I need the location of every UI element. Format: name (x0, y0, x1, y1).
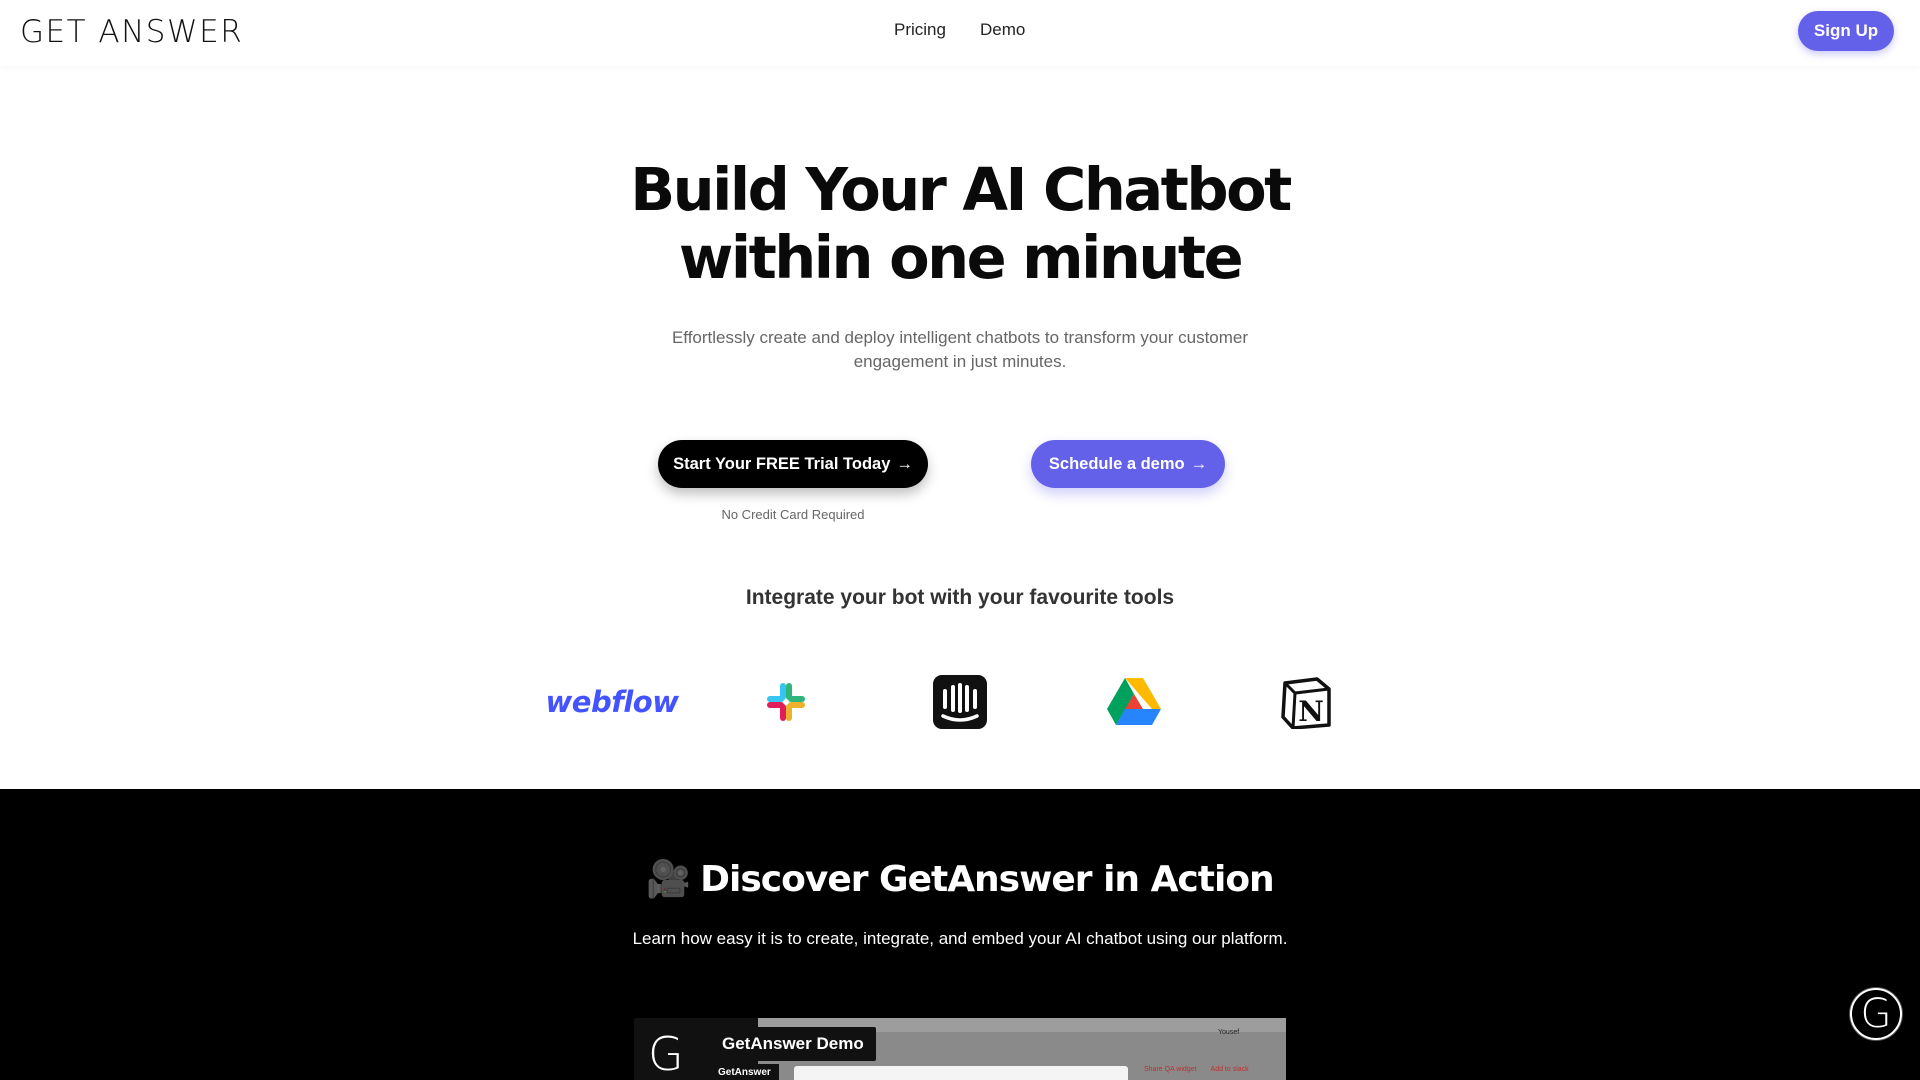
webflow-logo: webflow (545, 685, 680, 719)
video-user-label: Yousef (1218, 1029, 1240, 1036)
slack-icon (760, 672, 812, 732)
sign-up-button[interactable]: Sign Up (1798, 11, 1894, 51)
main-nav: Pricing Demo (894, 20, 1025, 40)
video-preview-field (794, 1066, 1128, 1080)
video-title[interactable]: GetAnswer Demo (710, 1027, 876, 1061)
video-share-link: Share QA widget (1144, 1066, 1197, 1073)
demo-video-player[interactable]: G GetAnswer Demo GetAnswer Share QA widg… (634, 1018, 1286, 1080)
notion-letter: N (1298, 695, 1324, 728)
start-free-trial-label: Start Your FREE Trial Today (673, 454, 891, 473)
demo-section-subtitle: Learn how easy it is to create, integrat… (632, 929, 1288, 948)
no-credit-card-note: No Credit Card Required (721, 507, 865, 522)
arrow-right-icon: → (1190, 454, 1208, 473)
arrow-right-icon: → (896, 454, 913, 473)
schedule-demo-label: Schedule a demo (1048, 454, 1185, 473)
landing-page: GET ANSWER Pricing Demo Sign Up Build Yo… (0, 0, 1920, 1080)
google-drive-icon (1106, 672, 1162, 732)
hero-title-line2: within one minute (678, 223, 1244, 292)
hero-subtitle: Effortlessly create and deploy intellige… (671, 328, 1249, 371)
chat-widget-button[interactable]: G (1850, 988, 1902, 1040)
hero-title-line1: Build Your AI Chatbot (630, 155, 1292, 224)
video-camera-icon: 🎥 (646, 859, 691, 900)
channel-logo-icon: G (648, 1027, 684, 1080)
schedule-demo-button[interactable]: Schedule a demo → (1031, 440, 1225, 488)
top-navbar: GET ANSWER Pricing Demo Sign Up (0, 0, 1920, 66)
video-channel-name[interactable]: GetAnswer (710, 1064, 779, 1080)
nav-pricing-link[interactable]: Pricing (894, 20, 946, 40)
demo-section-title: 🎥 Discover GetAnswer in Action (560, 858, 1360, 901)
video-slack-link: Add to slack (1210, 1066, 1249, 1073)
video-preview-links: Share QA widget Add to slack (1144, 1066, 1249, 1073)
get-answer-logo[interactable]: GET ANSWER (20, 14, 243, 50)
notion-icon: N (1278, 672, 1334, 732)
demo-section-title-text: Discover GetAnswer in Action (700, 858, 1275, 900)
hero-title: Build Your AI Chatbot within one minute (460, 156, 1460, 292)
start-free-trial-button[interactable]: Start Your FREE Trial Today → (658, 440, 928, 488)
nav-demo-link[interactable]: Demo (980, 20, 1025, 40)
integrations-heading: Integrate your bot with your favourite t… (745, 586, 1175, 609)
intercom-icon (932, 672, 988, 732)
